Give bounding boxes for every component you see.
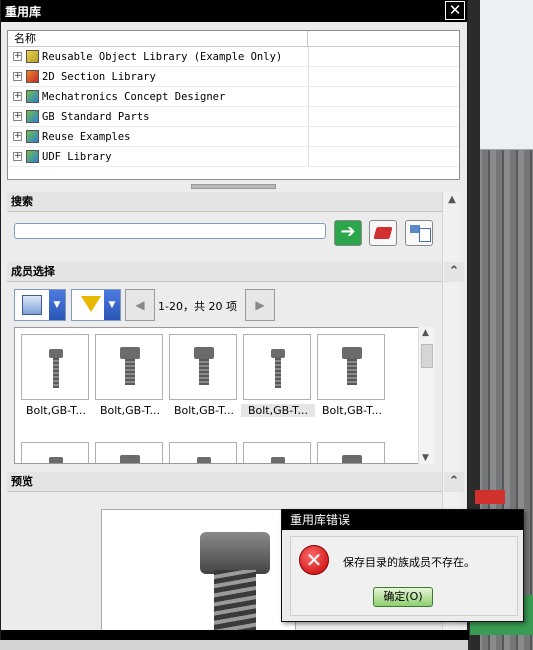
search-section-header[interactable]: 搜索 [7,192,442,212]
library-icon [26,130,39,143]
preview-section-header[interactable]: 预览 ⌃ [7,472,464,492]
tree-item-label: 2D Section Library [42,70,156,83]
member-label: Bolt,GB-T... [25,404,87,417]
list-icon [419,228,431,242]
scroll-thumb[interactable] [421,344,433,368]
filter-icon [81,296,101,312]
member-item[interactable] [317,442,387,463]
tree-item[interactable]: + Reuse Examples [8,127,459,147]
eraser-icon [373,227,393,239]
search-go-button[interactable]: ➔ [334,220,362,246]
error-icon: ✕ [299,545,329,575]
members-section-header[interactable]: 成员选择 ⌃ [7,262,464,282]
library-icon [26,90,39,103]
member-item[interactable] [169,442,239,463]
panel-title: 重用库 [5,4,42,19]
chevron-up-icon[interactable]: ⌃ [444,262,464,282]
member-item[interactable]: Bolt,GB-T... [169,334,239,417]
expand-icon[interactable]: + [13,92,22,101]
member-item[interactable]: Bolt,GB-T... [317,334,387,417]
expand-icon[interactable]: + [13,72,22,81]
member-grid-scrollbar[interactable]: ▲ ▼ [418,327,435,464]
error-dialog-title: 重用库错误 [282,510,523,530]
library-icon [26,150,39,163]
member-label: Bolt,GB-T... [99,404,161,417]
scroll-up-icon[interactable]: ▲ [443,194,461,210]
bolt-thumbnail [95,334,163,400]
bolt-thumbnail [169,334,237,400]
tree-item[interactable]: + 2D Section Library [8,67,459,87]
error-message: 保存目录的族成员不存在。 [343,556,475,569]
view-mode-dropdown[interactable]: ▼ [14,289,66,321]
member-item[interactable] [21,442,91,463]
filter-dropdown[interactable]: ▼ [71,289,121,321]
member-item[interactable]: Bolt,GB-T... [95,334,165,417]
expand-icon[interactable]: + [13,132,22,141]
scroll-down-icon[interactable]: ▼ [422,453,429,463]
ok-button[interactable]: 确定(O) [373,587,433,607]
tree-item-label: UDF Library [42,150,112,163]
tree-item-label: Reusable Object Library (Example Only) [42,50,283,63]
tree-item[interactable]: + Mechatronics Concept Designer [8,87,459,107]
cad-model-part [475,490,505,504]
members-section-title: 成员选择 [11,265,55,278]
preview-section-title: 预览 [11,475,33,488]
library-tree: 名称 + Reusable Object Library (Example On… [7,30,460,180]
splitter-handle[interactable] [191,184,276,189]
panel-bottom-bar [1,630,469,640]
member-grid: Bolt,GB-T... Bolt,GB-T... Bolt,GB-T... B… [14,327,435,464]
tree-item-label: Reuse Examples [42,130,131,143]
preview-image [101,509,296,637]
bolt-thumbnail [95,442,163,463]
member-item[interactable]: Bolt,GB-T... [241,334,315,417]
search-options-button[interactable] [405,220,433,246]
panel-titlebar: 重用库 ✕ [1,0,467,22]
member-label: Bolt,GB-T... [321,404,383,417]
tree-item[interactable]: + GB Standard Parts [8,107,459,127]
library-icon [26,110,39,123]
column-header-name[interactable]: 名称 [8,31,308,46]
tree-item-label: Mechatronics Concept Designer [42,90,226,103]
expand-icon[interactable]: + [13,52,22,61]
bolt-thumbnail [21,334,89,400]
error-dialog: 重用库错误 ✕ 保存目录的族成员不存在。 确定(O) [281,509,524,622]
scroll-up-icon[interactable]: ▲ [422,328,429,338]
library-orange-icon [26,70,39,83]
bolt-thumbnail [243,334,311,400]
chevron-down-icon[interactable]: ▼ [104,290,120,320]
member-item[interactable] [243,442,313,463]
bolt-thumbnail [317,442,385,463]
error-dialog-body: ✕ 保存目录的族成员不存在。 确定(O) [290,536,518,616]
bolt-thread-shape [214,570,256,636]
thumbnail-view-icon [22,295,42,315]
search-section-title: 搜索 [11,195,33,208]
reuse-search-button[interactable] [369,220,397,246]
bolt-thumbnail [169,442,237,463]
tree-item[interactable]: + Reusable Object Library (Example Only) [8,47,459,67]
chevron-down-icon[interactable]: ▼ [49,290,65,320]
close-button[interactable]: ✕ [445,1,465,20]
bolt-head-shape [200,532,270,574]
expand-icon[interactable]: + [13,112,22,121]
bolt-thumbnail [243,442,311,463]
tree-header: 名称 [8,31,459,47]
prev-page-button[interactable]: ◀ [125,289,155,321]
member-label: Bolt,GB-T... [173,404,235,417]
member-label: Bolt,GB-T... [241,404,315,417]
bolt-thumbnail [317,334,385,400]
next-page-button[interactable]: ▶ [245,289,275,321]
bolt-thumbnail [21,442,89,463]
tree-item[interactable]: + UDF Library [8,147,459,167]
library-yellow-icon [26,50,39,63]
page-info: 1-20，共 20 项 [158,300,237,313]
chevron-up-icon[interactable]: ⌃ [444,472,464,492]
expand-icon[interactable]: + [13,152,22,161]
member-item[interactable] [95,442,165,463]
member-item[interactable]: Bolt,GB-T... [21,334,91,417]
tree-item-label: GB Standard Parts [42,110,150,123]
search-input[interactable] [14,223,326,239]
